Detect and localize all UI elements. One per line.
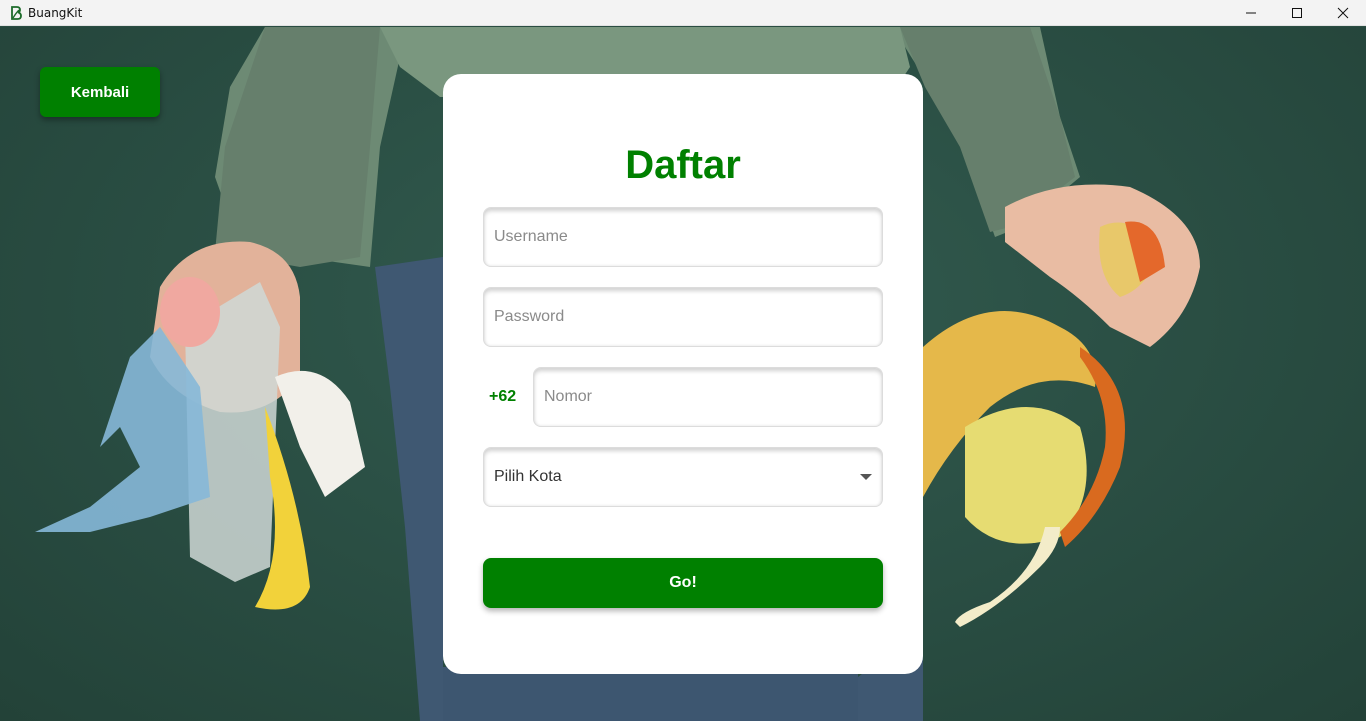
close-button[interactable]	[1320, 0, 1366, 26]
city-select-value: Pilih Kota	[494, 468, 562, 485]
back-button[interactable]: Kembali	[40, 67, 160, 117]
close-icon	[1337, 7, 1349, 19]
phone-prefix: +62	[489, 388, 517, 405]
username-input[interactable]	[483, 207, 883, 267]
password-input[interactable]	[483, 287, 883, 347]
page-title: Daftar	[625, 143, 741, 187]
app-logo-icon	[11, 5, 22, 20]
minimize-icon	[1246, 12, 1256, 14]
submit-button[interactable]: Go!	[483, 558, 883, 608]
window-titlebar: BuangKit	[0, 0, 1366, 26]
maximize-button[interactable]	[1274, 0, 1320, 26]
maximize-icon	[1292, 8, 1302, 18]
phone-number-input[interactable]	[533, 367, 883, 427]
city-select[interactable]: Pilih Kota	[483, 447, 883, 507]
minimize-button[interactable]	[1228, 0, 1274, 26]
window-title: BuangKit	[28, 5, 83, 20]
chevron-down-icon	[860, 474, 872, 480]
